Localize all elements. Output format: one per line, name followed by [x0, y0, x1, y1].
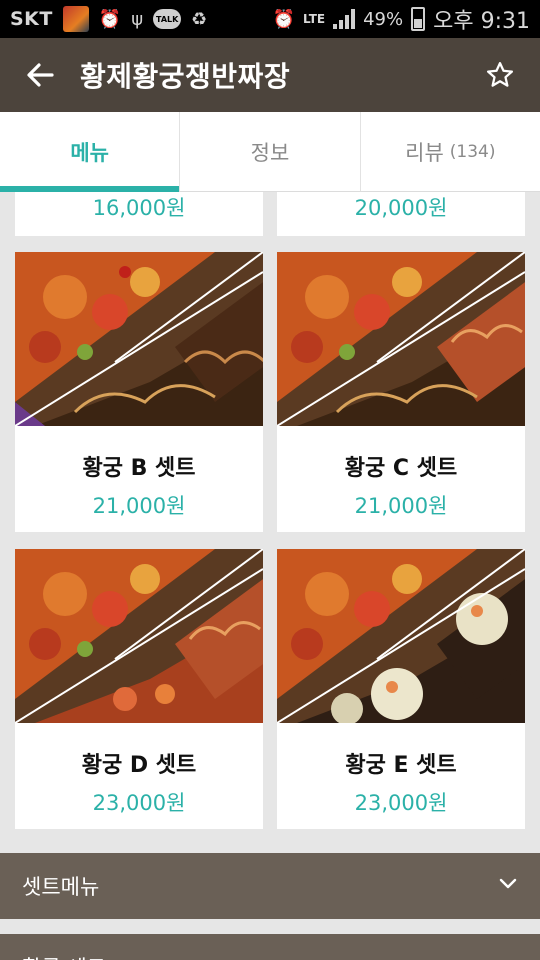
- clock-icon: ⏰: [272, 8, 296, 30]
- status-bar: SKT ⏰ ψ TALK ♻ ⏰ LTE 49% 오후 9:31: [0, 0, 540, 38]
- section-label: 셋트메뉴: [22, 875, 100, 899]
- tab-reviews-label: 리뷰: [405, 140, 444, 165]
- section-palace-set[interactable]: 황궁 세트: [0, 934, 540, 960]
- menu-card-partial[interactable]: 20,000원: [277, 192, 525, 236]
- menu-price: 21,000원: [92, 494, 186, 518]
- favorite-button[interactable]: [460, 38, 540, 112]
- clock-time: 오후 9:31: [433, 9, 530, 34]
- menu-card[interactable]: 황궁 E 셋트 23,000원: [277, 549, 525, 829]
- battery-percent: 49%: [363, 8, 404, 30]
- tab-info[interactable]: 정보: [180, 112, 361, 191]
- recycle-icon: ♻: [191, 8, 208, 30]
- star-outline-icon: [487, 62, 513, 87]
- menu-photo: [15, 252, 263, 426]
- alarm-icon: ⏰: [98, 8, 122, 30]
- menu-name: 황궁 B 셋트: [82, 456, 196, 481]
- signal-icon: [333, 9, 356, 29]
- menu-list: 16,000원 20,000원 황궁 B 셋트 21,000원 황궁 C 셋트 …: [0, 192, 540, 960]
- menu-card-partial[interactable]: 16,000원: [15, 192, 263, 236]
- menu-card[interactable]: 황궁 B 셋트 21,000원: [15, 252, 263, 532]
- battery-icon: [411, 7, 426, 31]
- menu-card[interactable]: 황궁 D 셋트 23,000원: [15, 549, 263, 829]
- menu-name: 황궁 D 셋트: [81, 753, 197, 778]
- arrow-left-icon: [27, 63, 54, 87]
- page-title: 황제황궁쟁반짜장: [80, 60, 291, 93]
- menu-price: 23,000원: [92, 791, 186, 815]
- menu-photo: [277, 549, 525, 723]
- section-label: 황궁 세트: [22, 952, 106, 960]
- menu-photo: [277, 252, 525, 426]
- menu-photo: [15, 549, 263, 723]
- back-button[interactable]: [0, 38, 80, 112]
- tab-menu[interactable]: 메뉴: [0, 112, 181, 192]
- menu-price: 21,000원: [354, 494, 448, 518]
- app-bar: 황제황궁쟁반짜장: [0, 38, 540, 112]
- menu-price: 23,000원: [354, 791, 448, 815]
- menu-price: 16,000원: [92, 196, 186, 220]
- tab-menu-label: 메뉴: [70, 140, 109, 165]
- usb-icon: ψ: [131, 8, 144, 30]
- talk-icon: TALK: [153, 9, 182, 29]
- tab-info-label: 정보: [250, 140, 290, 165]
- tab-bar: 메뉴 정보 리뷰 (134): [0, 112, 540, 192]
- review-count: (134): [449, 141, 496, 162]
- section-set-menu[interactable]: 셋트메뉴: [0, 853, 540, 919]
- tab-reviews[interactable]: 리뷰 (134): [361, 112, 540, 191]
- menu-name: 황궁 C 셋트: [344, 456, 458, 481]
- carrier-label: SKT: [10, 8, 53, 30]
- app-icon: [62, 6, 89, 32]
- menu-name: 황궁 E 셋트: [345, 753, 457, 778]
- lte-label: LTE: [303, 12, 326, 26]
- menu-card[interactable]: 황궁 C 셋트 21,000원: [277, 252, 525, 532]
- menu-price: 20,000원: [354, 196, 448, 220]
- chevron-down-icon: [498, 873, 518, 899]
